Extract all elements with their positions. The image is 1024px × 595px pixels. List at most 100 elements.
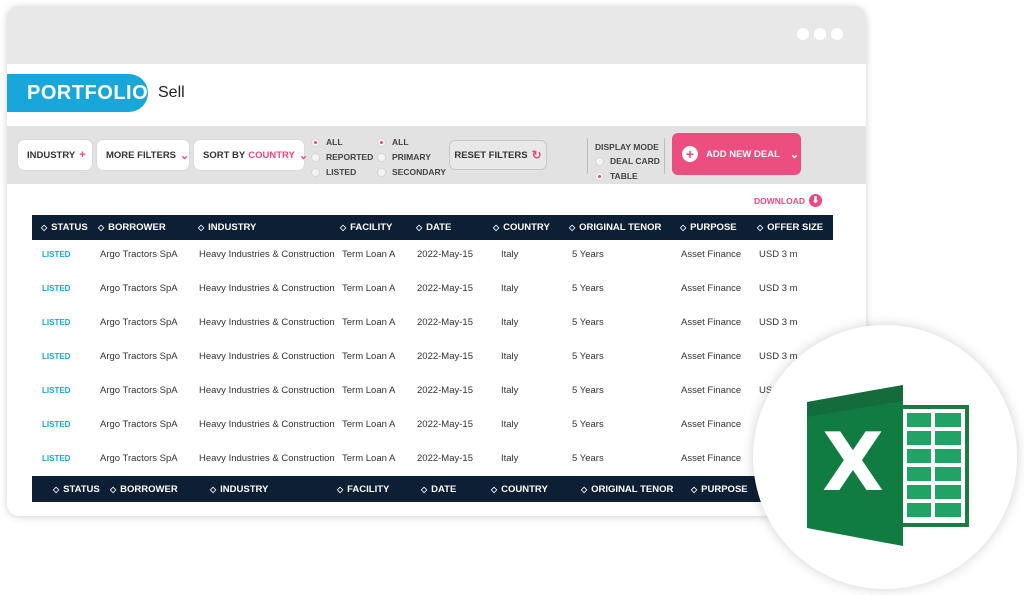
facility-cell: Term Loan A [342, 282, 396, 294]
purpose-cell: Asset Finance [681, 384, 742, 396]
column-header-label: DATE [431, 483, 457, 495]
industry-cell: Heavy Industries & Construction [199, 350, 335, 362]
sort-icon: ◇ [680, 223, 687, 232]
radio-label: PRIMARY [392, 152, 431, 162]
status-badge: LISTED [42, 317, 71, 327]
dot-icon [814, 28, 826, 40]
table-row[interactable]: LISTED Argo Tractors SpA Heavy Industrie… [32, 373, 833, 407]
divider [664, 138, 665, 174]
radio-label: LISTED [326, 167, 357, 177]
table-row[interactable]: LISTED Argo Tractors SpA Heavy Industrie… [32, 441, 833, 475]
more-filters-button[interactable]: MORE FILTERS ⌄ [97, 140, 189, 170]
date-cell: 2022-May-15 [417, 452, 473, 464]
footer-column-purpose[interactable]: ◇ PURPOSE [691, 476, 748, 502]
sort-icon: ◇ [691, 484, 698, 494]
footer-column-industry[interactable]: ◇ INDUSTRY [210, 476, 268, 502]
borrower-cell: Argo Tractors SpA [100, 316, 178, 328]
status-radio-listed[interactable]: LISTED [311, 166, 373, 178]
column-header-label: COUNTRY [501, 483, 548, 495]
facility-cell: Term Loan A [342, 248, 396, 260]
date-cell: 2022-May-15 [417, 384, 473, 396]
status-radio-all[interactable]: ALL [311, 136, 373, 148]
market-radio-all[interactable]: ALL [377, 136, 446, 148]
footer-column-date[interactable]: ◇ DATE [421, 476, 456, 502]
window-menu-dots[interactable] [797, 28, 843, 40]
radio-label: REPORTED [326, 152, 374, 162]
column-header-label: ORIGINAL TENOR [579, 222, 662, 233]
table-row[interactable]: LISTED Argo Tractors SpA Heavy Industrie… [32, 407, 833, 441]
table-row[interactable]: LISTED Argo Tractors SpA Heavy Industrie… [32, 271, 833, 305]
facility-cell: Term Loan A [342, 418, 396, 430]
sort-icon: ◇ [41, 223, 48, 232]
footer-column-country[interactable]: ◇ COUNTRY [491, 476, 548, 502]
status-badge: LISTED [42, 385, 71, 395]
reset-filters-button[interactable]: RESET FILTERS ↻ [449, 140, 547, 170]
status-badge: LISTED [42, 283, 71, 293]
column-header-label: FACILITY [350, 222, 393, 233]
table-row[interactable]: LISTED Argo Tractors SpA Heavy Industrie… [32, 305, 833, 339]
column-header-label: OFFER SIZE [767, 222, 824, 233]
tenor-cell: 5 Years [572, 418, 604, 430]
column-header-label: COUNTRY [503, 222, 550, 233]
facility-cell: Term Loan A [342, 350, 396, 362]
sort-icon: ◇ [340, 223, 347, 232]
sort-icon: ◇ [421, 484, 428, 494]
sort-icon: ◇ [98, 223, 105, 232]
purpose-cell: Asset Finance [681, 452, 742, 464]
column-header-label: BORROWER [120, 483, 178, 495]
chevron-down-icon: ⌄ [180, 149, 190, 162]
market-radio-secondary[interactable]: SECONDARY [377, 166, 446, 178]
excel-badge: X [753, 325, 1017, 589]
download-link[interactable]: DOWNLOAD ⬇ [754, 194, 822, 207]
sort-by-dropdown[interactable]: SORT BY COUNTRY ⌄ [194, 140, 308, 170]
dot-icon [797, 28, 809, 40]
footer-column-borrower[interactable]: ◇ BORROWER [110, 476, 178, 502]
table-row[interactable]: LISTED Argo Tractors SpA Heavy Industrie… [32, 339, 833, 373]
column-header-label: INDUSTRY [220, 483, 269, 495]
status-badge: LISTED [42, 249, 71, 259]
industry-filter-button[interactable]: INDUSTRY + [18, 140, 92, 170]
table-footer-header: ◇ STATUS ◇ BORROWER ◇ INDUSTRY ◇ FACILITY ◇ D… [32, 476, 833, 502]
status-radio-reported[interactable]: REPORTED [311, 151, 373, 163]
column-header-label: DATE [426, 222, 452, 233]
sort-icon: ◇ [110, 484, 117, 494]
column-header-label: ORIGINAL TENOR [591, 483, 674, 495]
sell-tab[interactable]: Sell [158, 84, 185, 102]
country-cell: Italy [501, 248, 519, 260]
download-icon: ⬇ [809, 194, 822, 207]
radio-icon [377, 152, 386, 162]
footer-column-original-tenor[interactable]: ◇ ORIGINAL TENOR [581, 476, 673, 502]
industry-cell: Heavy Industries & Construction [199, 384, 335, 396]
status-badge: LISTED [42, 351, 71, 361]
footer-column-status[interactable]: ◇ STATUS [53, 476, 100, 502]
offer-size-cell: USD 3 m [759, 282, 798, 294]
display-mode-deal-card[interactable]: DEAL CARD [595, 155, 660, 167]
status-badge: LISTED [42, 453, 71, 463]
purpose-cell: Asset Finance [681, 350, 742, 362]
date-cell: 2022-May-15 [417, 282, 473, 294]
market-radio-primary[interactable]: PRIMARY [377, 151, 446, 163]
sort-icon: ◇ [757, 223, 764, 232]
date-cell: 2022-May-15 [417, 350, 473, 362]
industry-cell: Heavy Industries & Construction [199, 248, 335, 260]
country-cell: Italy [501, 282, 519, 294]
radio-label: DEAL CARD [610, 156, 660, 166]
add-circle-icon: + [682, 146, 698, 162]
radio-label: ALL [326, 137, 343, 147]
purpose-cell: Asset Finance [681, 316, 742, 328]
excel-x-letter: X [822, 416, 884, 509]
table-row[interactable]: LISTED Argo Tractors SpA Heavy Industrie… [32, 237, 833, 271]
reset-filters-label: RESET FILTERS [454, 149, 528, 161]
add-new-deal-button[interactable]: + ADD NEW DEAL ⌄ [672, 133, 801, 175]
sort-icon: ◇ [337, 484, 344, 494]
add-new-deal-label: ADD NEW DEAL [706, 148, 780, 160]
footer-column-facility[interactable]: ◇ FACILITY [337, 476, 389, 502]
purpose-cell: Asset Finance [681, 282, 742, 294]
facility-cell: Term Loan A [342, 384, 396, 396]
radio-label: TABLE [610, 171, 638, 181]
tenor-cell: 5 Years [572, 452, 604, 464]
status-radio-group: ALL REPORTED LISTED [311, 136, 373, 178]
radio-label: SECONDARY [392, 167, 446, 177]
portfolio-tab[interactable]: PORTFOLIO [7, 74, 148, 112]
display-mode-table[interactable]: TABLE [595, 170, 660, 182]
